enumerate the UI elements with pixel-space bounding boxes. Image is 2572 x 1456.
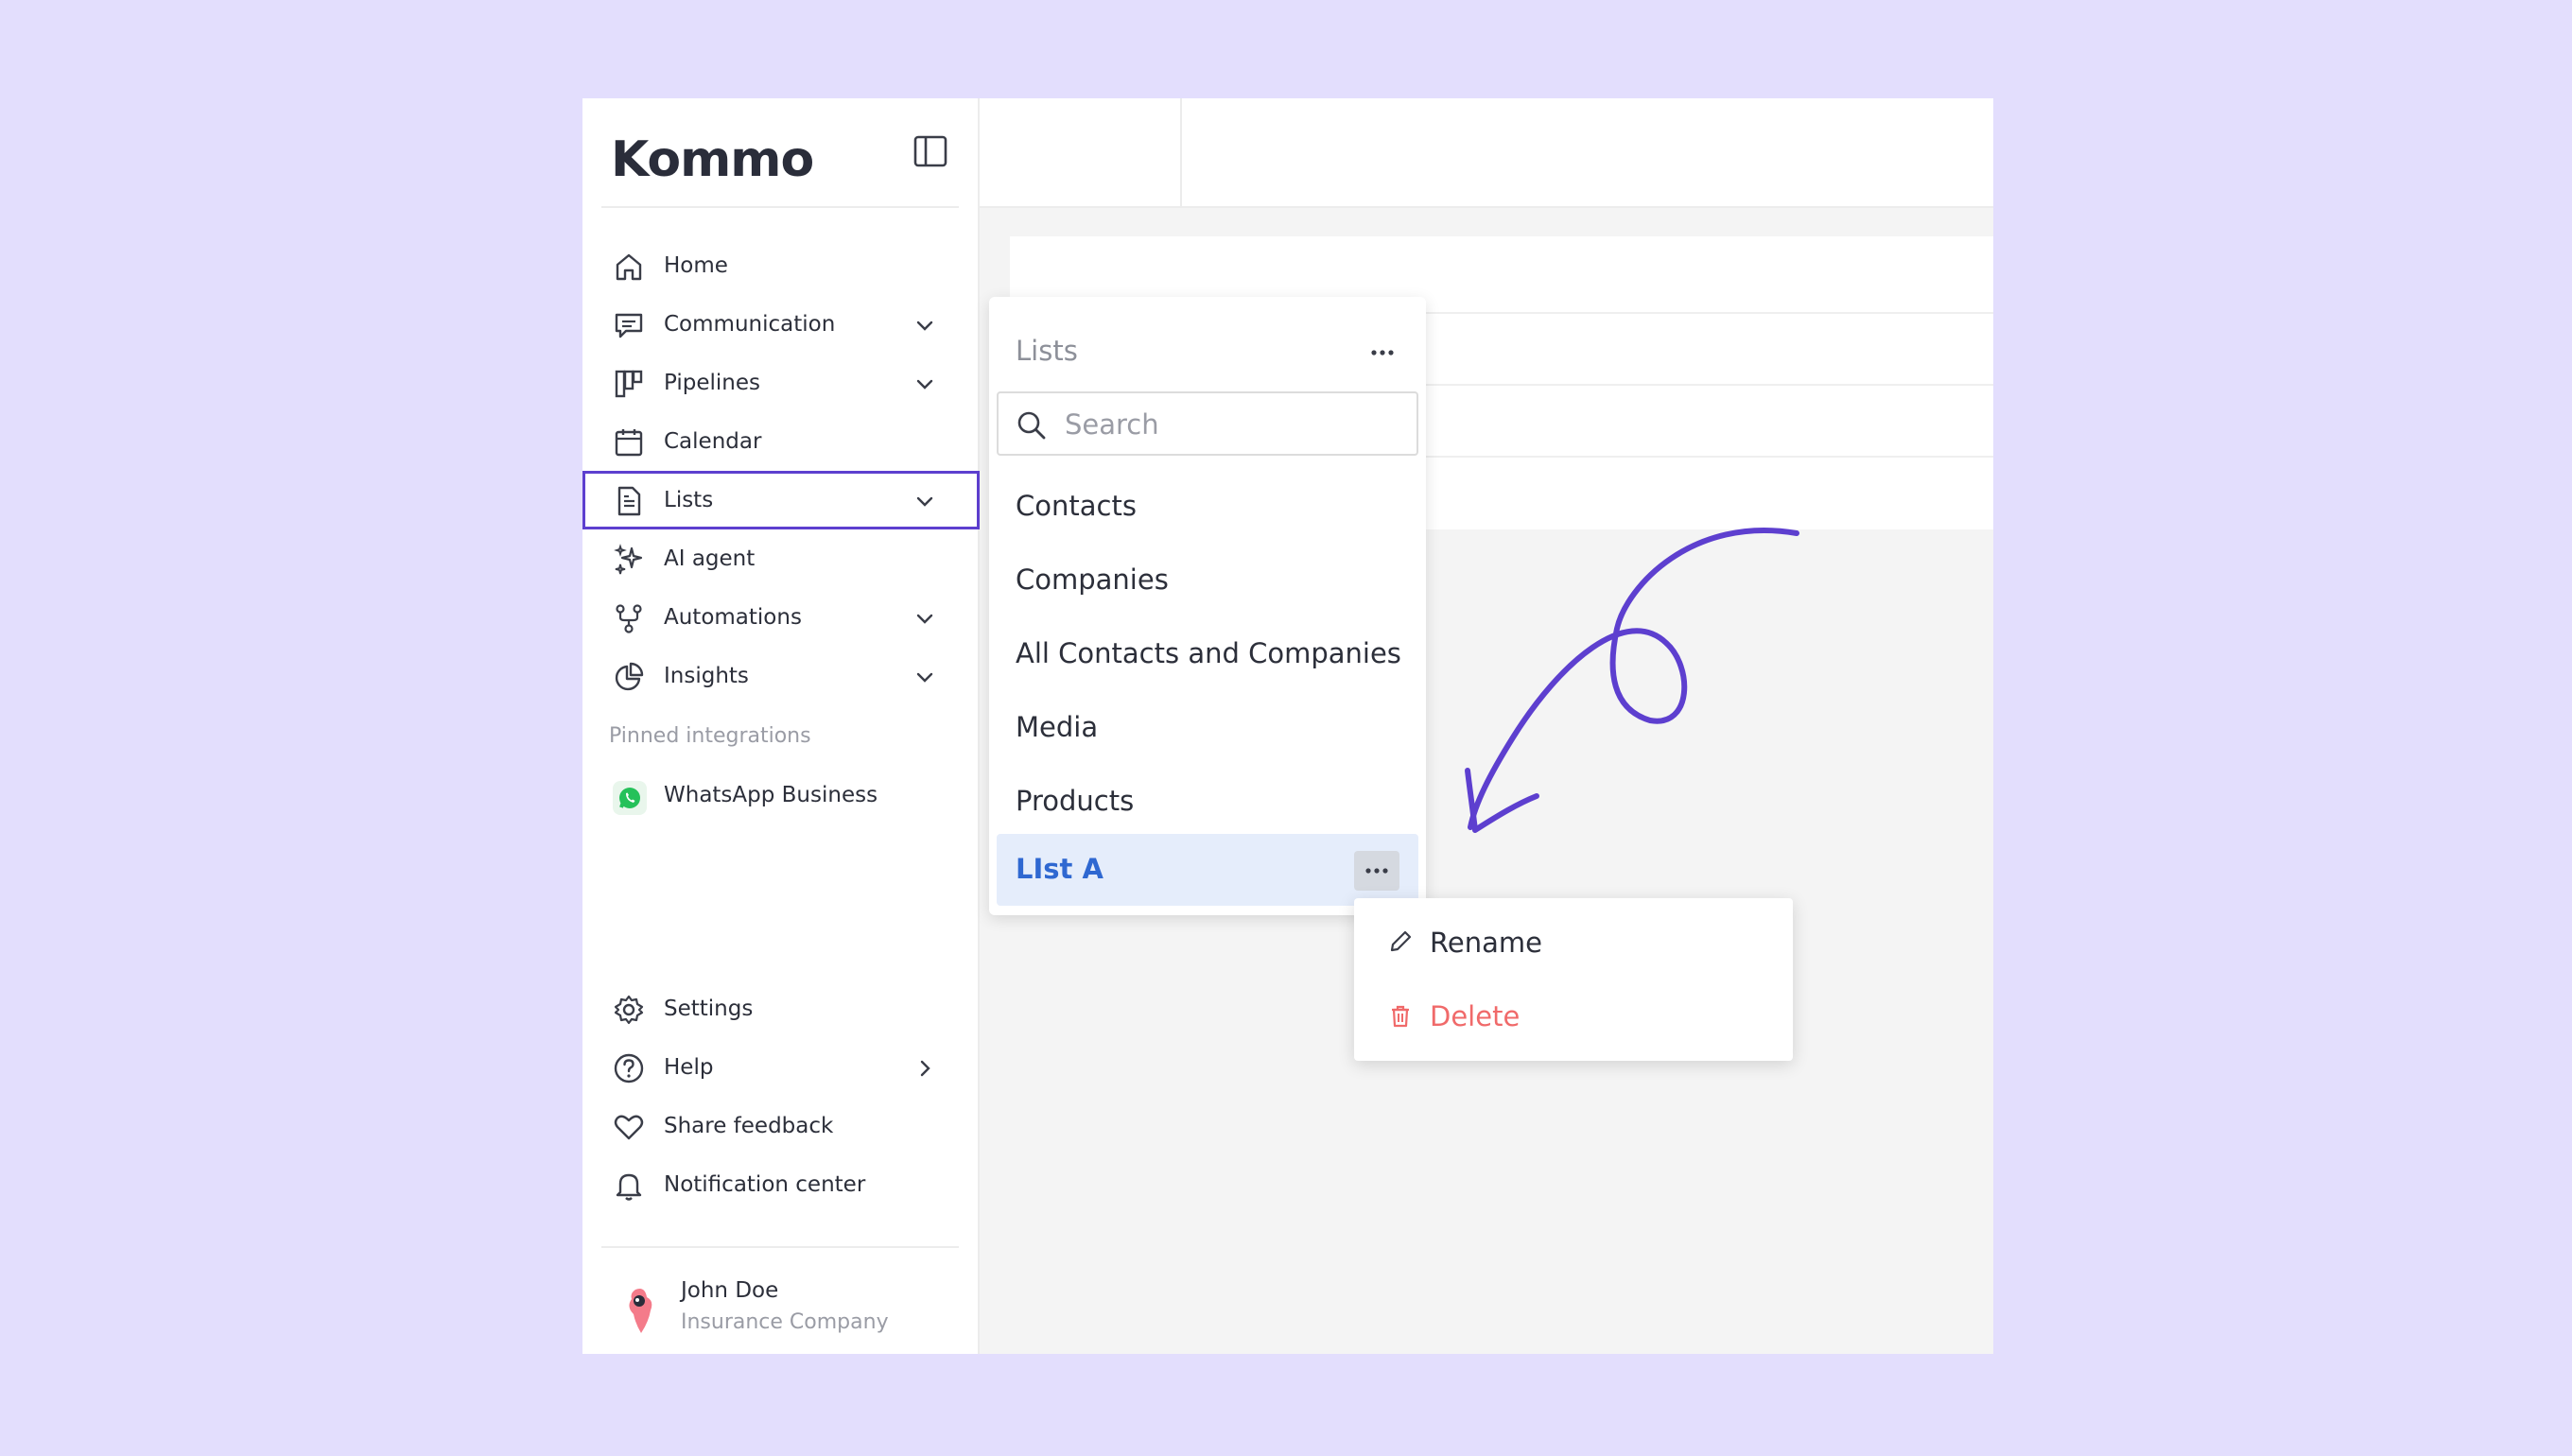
calendar-icon bbox=[613, 426, 645, 459]
chevron-down-icon[interactable] bbox=[913, 373, 936, 395]
context-menu: Rename Delete bbox=[1354, 898, 1793, 1061]
user-profile[interactable]: John Doe Insurance Company bbox=[582, 1267, 980, 1343]
avatar bbox=[622, 1286, 660, 1335]
whatsapp-icon bbox=[613, 781, 647, 815]
sidebar-divider bbox=[601, 206, 959, 208]
app-window: Kommo Home Communication Pipelines Calen… bbox=[582, 98, 1993, 1354]
pinned-integrations-title: Pinned integrations bbox=[609, 724, 811, 748]
sidebar-item-label: Notification center bbox=[664, 1172, 866, 1197]
sidebar-item-lists[interactable]: Lists bbox=[582, 471, 980, 529]
kommo-logo[interactable]: Kommo bbox=[611, 123, 814, 197]
pipeline-icon bbox=[613, 368, 645, 400]
sidebar-item-label: Pipelines bbox=[664, 371, 760, 395]
lists-dropdown: Lists Search Contacts Companies All Cont… bbox=[989, 297, 1426, 915]
home-icon bbox=[613, 251, 645, 283]
top-bar-separator bbox=[1180, 98, 1182, 206]
gear-icon bbox=[613, 994, 645, 1026]
sidebar-item-label: Help bbox=[664, 1055, 714, 1080]
sidebar-item-label: Communication bbox=[664, 312, 836, 337]
flow-icon bbox=[613, 602, 645, 634]
chevron-down-icon[interactable] bbox=[913, 314, 936, 337]
sidebar-item-label: Calendar bbox=[664, 429, 762, 454]
help-icon bbox=[613, 1052, 645, 1084]
sidebar-item-automations[interactable]: Automations bbox=[582, 588, 980, 647]
list-item-companies[interactable]: Companies bbox=[1016, 563, 1169, 596]
more-options-icon[interactable] bbox=[1364, 338, 1401, 367]
sidebar-item-label: Lists bbox=[664, 488, 714, 512]
rename-label: Rename bbox=[1430, 927, 1542, 959]
sidebar-item-label: Automations bbox=[664, 605, 802, 630]
more-options-icon[interactable] bbox=[1354, 851, 1399, 891]
delete-menu-item[interactable]: Delete bbox=[1354, 979, 1793, 1053]
sidebar-item-pipelines[interactable]: Pipelines bbox=[582, 354, 980, 412]
user-name: John Doe bbox=[681, 1278, 779, 1303]
search-input[interactable]: Search bbox=[997, 391, 1418, 456]
search-placeholder: Search bbox=[1065, 408, 1159, 441]
list-item-label: LIst A bbox=[1016, 853, 1104, 885]
sidebar-item-ai-agent[interactable]: AI agent bbox=[582, 529, 980, 588]
sidebar-nav: Home Communication Pipelines Calendar Li… bbox=[582, 236, 980, 705]
chevron-down-icon[interactable] bbox=[913, 607, 936, 630]
sidebar-item-communication[interactable]: Communication bbox=[582, 295, 980, 354]
sidebar-item-settings[interactable]: Settings bbox=[582, 979, 980, 1038]
rename-menu-item[interactable]: Rename bbox=[1354, 906, 1793, 979]
sidebar-item-label: Home bbox=[664, 253, 728, 278]
delete-label: Delete bbox=[1430, 1000, 1521, 1032]
sidebar-item-label: WhatsApp Business bbox=[664, 783, 878, 807]
sidebar-item-label: Share feedback bbox=[664, 1114, 834, 1138]
pencil-icon bbox=[1386, 927, 1415, 956]
sidebar-item-calendar[interactable]: Calendar bbox=[582, 412, 980, 471]
document-icon bbox=[613, 485, 645, 517]
list-item-media[interactable]: Media bbox=[1016, 711, 1098, 743]
sidebar-item-home[interactable]: Home bbox=[582, 236, 980, 295]
trash-icon bbox=[1386, 1001, 1415, 1030]
chevron-right-icon[interactable] bbox=[913, 1057, 936, 1080]
chevron-down-icon[interactable] bbox=[913, 490, 936, 512]
top-bar bbox=[980, 98, 1993, 208]
sparkle-icon bbox=[613, 544, 645, 576]
pie-chart-icon bbox=[613, 661, 645, 693]
sidebar-bottom-nav: Settings Help Share feedback Notificatio… bbox=[582, 979, 980, 1214]
sidebar-item-insights[interactable]: Insights bbox=[582, 647, 980, 705]
sidebar-collapse-icon[interactable] bbox=[912, 132, 949, 170]
heart-icon bbox=[613, 1111, 645, 1143]
sidebar-item-label: Insights bbox=[664, 664, 749, 688]
sidebar-item-label: Settings bbox=[664, 997, 754, 1021]
sidebar-item-help[interactable]: Help bbox=[582, 1038, 980, 1097]
sidebar-item-notification-center[interactable]: Notification center bbox=[582, 1155, 980, 1214]
list-item-contacts[interactable]: Contacts bbox=[1016, 490, 1137, 522]
chat-icon bbox=[613, 309, 645, 341]
list-item-all-contacts-companies[interactable]: All Contacts and Companies bbox=[1016, 637, 1401, 669]
sidebar-item-whatsapp-business[interactable]: WhatsApp Business bbox=[582, 768, 980, 826]
list-item-list-a[interactable]: LIst A bbox=[997, 834, 1418, 906]
sidebar-item-share-feedback[interactable]: Share feedback bbox=[582, 1097, 980, 1155]
sidebar-divider bbox=[601, 1246, 959, 1248]
bell-icon bbox=[613, 1170, 645, 1202]
sidebar: Kommo Home Communication Pipelines Calen… bbox=[582, 98, 980, 1354]
user-company: Insurance Company bbox=[681, 1310, 889, 1334]
chevron-down-icon[interactable] bbox=[913, 666, 936, 688]
search-icon bbox=[1016, 409, 1048, 442]
list-item-products[interactable]: Products bbox=[1016, 785, 1134, 817]
lists-dropdown-title: Lists bbox=[1016, 335, 1078, 367]
sidebar-item-label: AI agent bbox=[664, 546, 756, 571]
